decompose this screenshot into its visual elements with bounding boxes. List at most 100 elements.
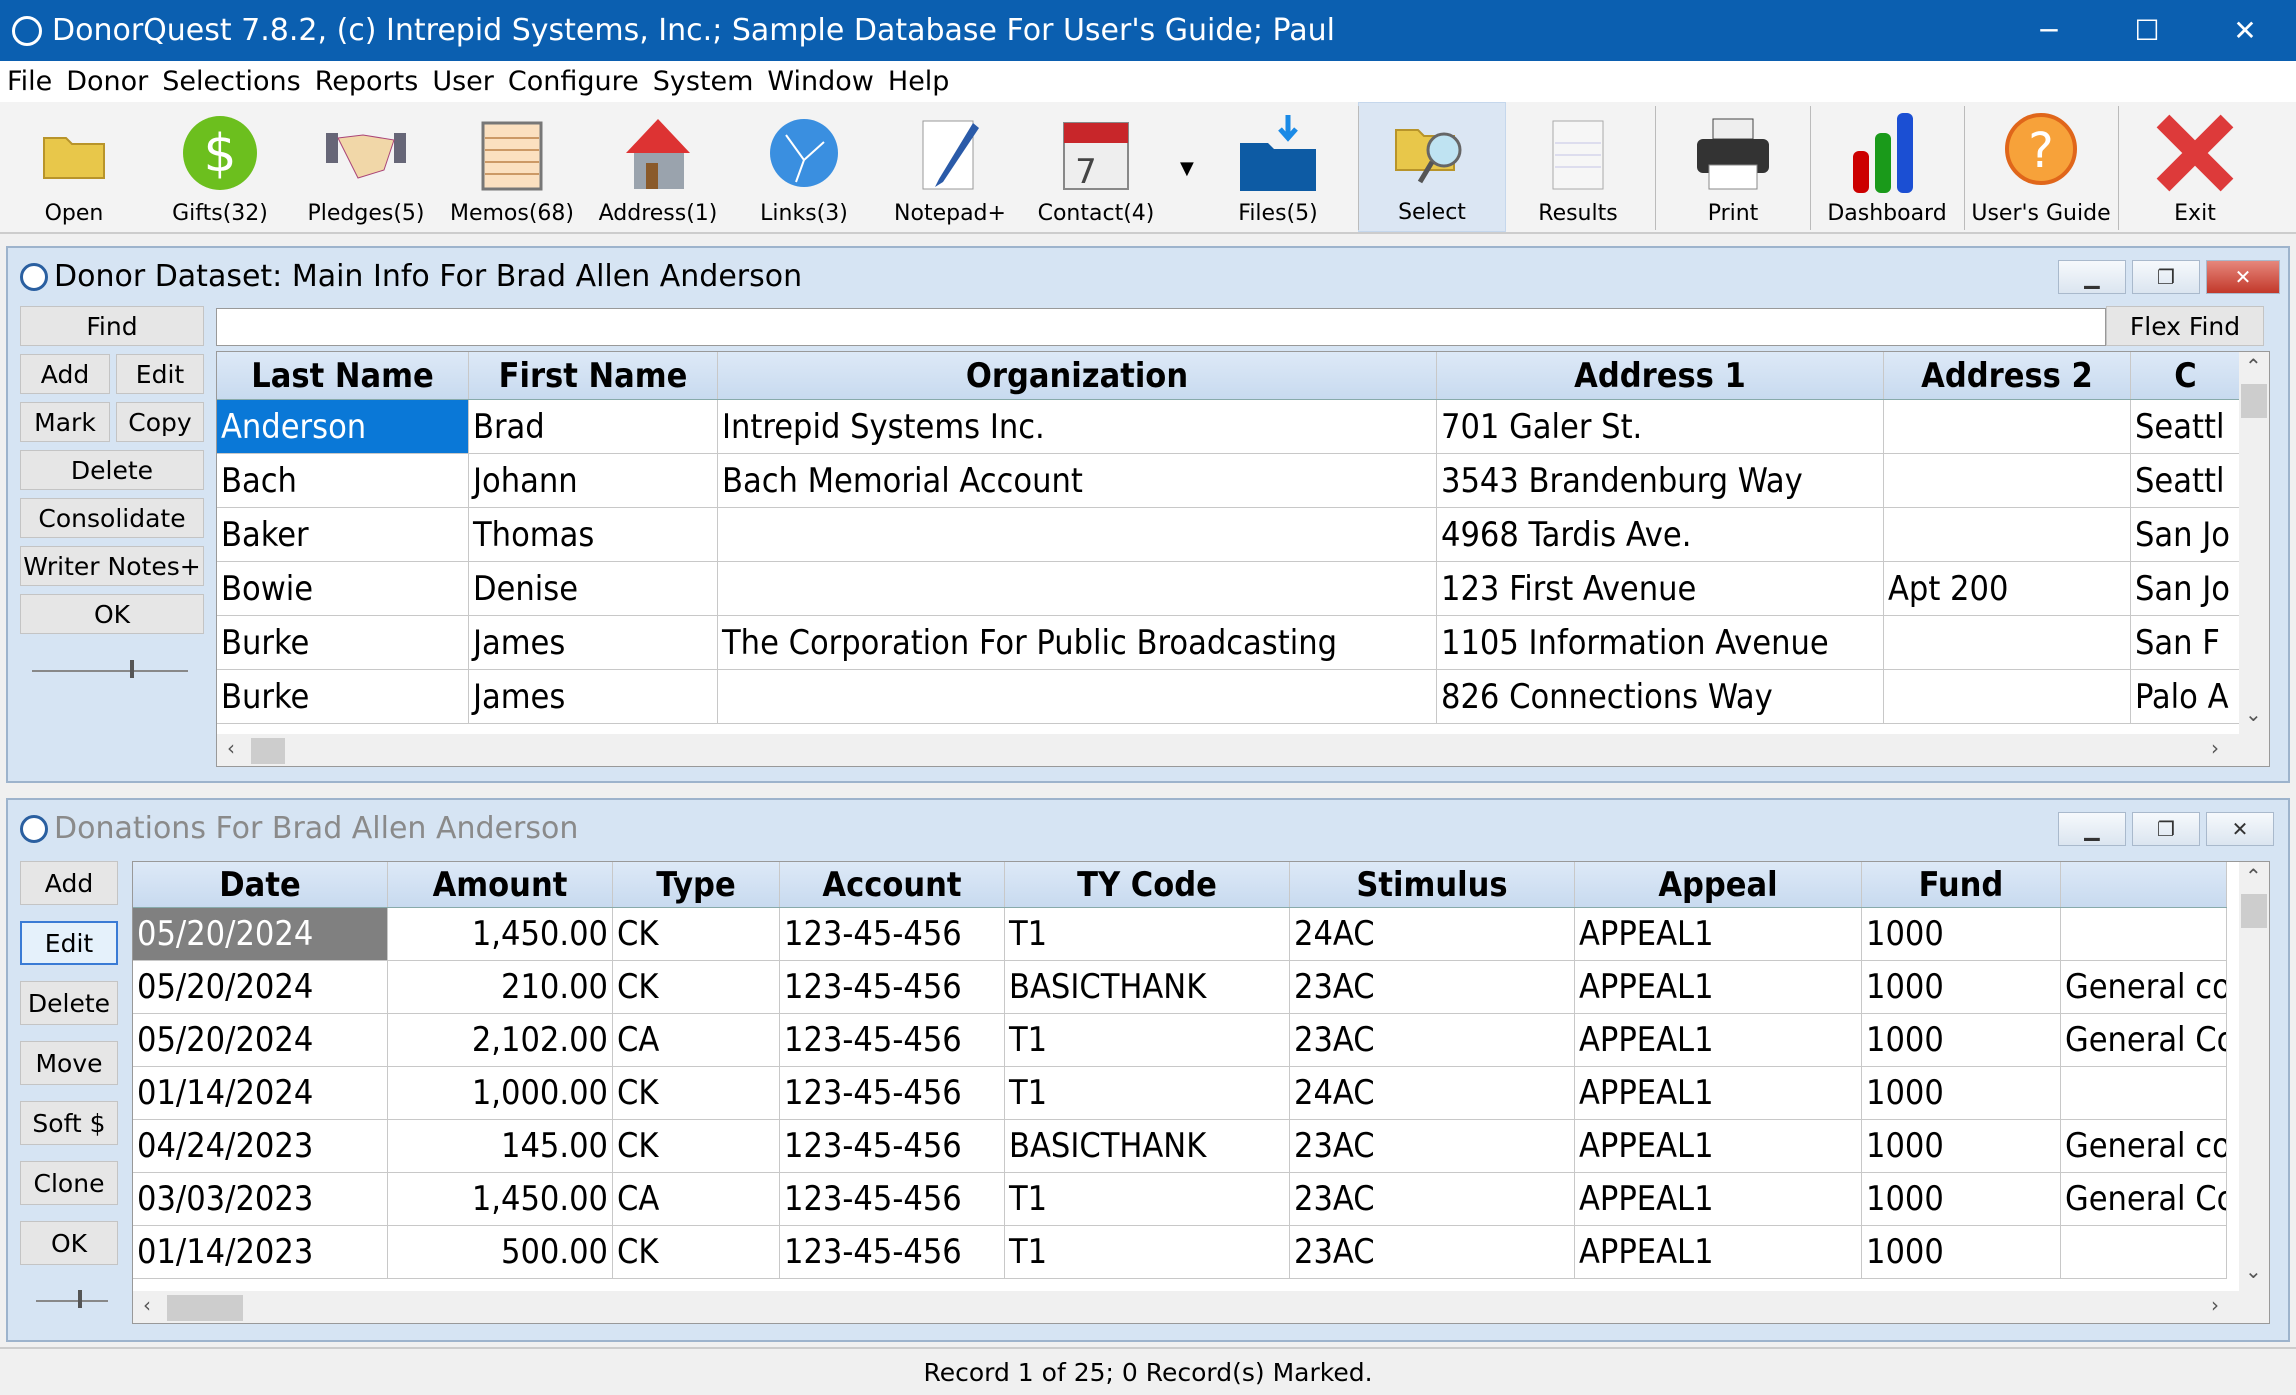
table-cell[interactable]: T1 xyxy=(1005,908,1290,960)
toolbar-pledges-button[interactable]: Pledges(5) xyxy=(296,102,436,232)
table-cell[interactable]: 1105 Information Avenue xyxy=(1437,616,1884,669)
donations-row-slider[interactable] xyxy=(36,1300,108,1302)
table-cell[interactable]: CA xyxy=(613,1014,780,1066)
table-cell[interactable]: San F xyxy=(2131,616,2241,669)
table-cell[interactable]: Palo A xyxy=(2131,670,2241,723)
table-cell[interactable]: 701 Galer St. xyxy=(1437,400,1884,453)
table-row[interactable]: Burke James The Corporation For Public Bro… xyxy=(217,616,2241,670)
table-row[interactable]: 04/24/2023 145.00 CK 123-45-456 BASICTHANK 23… xyxy=(133,1120,2227,1173)
find-button[interactable]: Find xyxy=(20,306,204,346)
toolbar-files-button[interactable]: Files(5) xyxy=(1208,102,1348,232)
table-cell[interactable]: Bowie xyxy=(217,562,469,615)
menu-donor[interactable]: Donor xyxy=(59,66,155,97)
table-cell[interactable]: 24AC xyxy=(1290,1067,1575,1119)
scroll-up-icon[interactable]: ⌃ xyxy=(2245,354,2262,378)
column-header[interactable]: Date xyxy=(133,862,388,907)
vertical-scroll-thumb[interactable] xyxy=(2241,384,2267,418)
table-cell[interactable]: APPEAL1 xyxy=(1575,1014,1862,1066)
table-row[interactable]: 01/14/2023 500.00 CK 123-45-456 T1 23AC APPEAL… xyxy=(133,1226,2227,1279)
toolbar-open-button[interactable]: Open xyxy=(4,102,144,232)
table-cell[interactable]: 01/14/2023 xyxy=(133,1226,388,1278)
table-cell[interactable]: General Co xyxy=(2061,1173,2227,1225)
copy-button[interactable]: Copy xyxy=(116,402,204,442)
table-cell[interactable]: 04/24/2023 xyxy=(133,1120,388,1172)
toolbar-notepad-button[interactable]: Notepad+ xyxy=(880,102,1020,232)
toolbar-dashboard-button[interactable]: Dashboard xyxy=(1817,102,1957,232)
scroll-down-icon[interactable]: ⌄ xyxy=(2245,702,2262,726)
vertical-scroll-thumb[interactable] xyxy=(2241,894,2267,928)
table-row[interactable]: 03/03/2023 1,450.00 CA 123-45-456 T1 23AC APPE… xyxy=(133,1173,2227,1226)
toolbar-gifts-button[interactable]: $ Gifts(32) xyxy=(150,102,290,232)
table-cell[interactable]: CK xyxy=(613,961,780,1013)
table-cell[interactable]: CK xyxy=(613,1120,780,1172)
toolbar-links-button[interactable]: Links(3) xyxy=(734,102,874,232)
table-cell[interactable]: 1000 xyxy=(1862,1120,2061,1172)
table-cell[interactable] xyxy=(1884,616,2131,669)
table-cell[interactable]: BASICTHANK xyxy=(1005,961,1290,1013)
table-cell[interactable]: 1000 xyxy=(1862,1014,2061,1066)
donation-edit-button[interactable]: Edit xyxy=(20,921,118,965)
contact-dropdown-arrow-icon[interactable]: ▼ xyxy=(1180,158,1194,179)
scroll-right-icon[interactable]: › xyxy=(2211,1293,2219,1317)
table-cell[interactable]: Brad xyxy=(469,400,718,453)
ok-button[interactable]: OK xyxy=(20,594,204,634)
donations-minimize-button[interactable]: ▁ xyxy=(2058,812,2126,846)
table-cell[interactable] xyxy=(2061,908,2227,960)
donor-close-button[interactable]: ✕ xyxy=(2206,260,2280,294)
table-cell[interactable]: 123-45-456 xyxy=(780,1014,1005,1066)
scroll-left-icon[interactable]: ‹ xyxy=(143,1293,151,1317)
donation-add-button[interactable]: Add xyxy=(20,861,118,905)
column-header[interactable] xyxy=(2061,862,2227,907)
donation-delete-button[interactable]: Delete xyxy=(20,981,118,1025)
table-cell[interactable] xyxy=(1884,454,2131,507)
menu-system[interactable]: System xyxy=(646,66,761,97)
table-cell[interactable]: 3543 Brandenburg Way xyxy=(1437,454,1884,507)
scroll-left-icon[interactable]: ‹ xyxy=(227,736,235,760)
slider-thumb[interactable] xyxy=(78,1290,82,1308)
table-row[interactable]: Bowie Denise 123 First Avenue Apt 200 San Jo xyxy=(217,562,2241,616)
table-cell[interactable]: 123-45-456 xyxy=(780,1067,1005,1119)
table-cell[interactable]: CA xyxy=(613,1173,780,1225)
scroll-right-icon[interactable]: › xyxy=(2211,736,2219,760)
table-cell[interactable]: 123-45-456 xyxy=(780,961,1005,1013)
table-cell[interactable]: 24AC xyxy=(1290,908,1575,960)
table-cell[interactable] xyxy=(2061,1067,2227,1119)
table-cell[interactable]: 145.00 xyxy=(388,1120,613,1172)
table-cell[interactable]: APPEAL1 xyxy=(1575,1226,1862,1278)
table-cell[interactable] xyxy=(1884,670,2131,723)
column-header[interactable]: Type xyxy=(613,862,780,907)
donations-close-button[interactable]: ✕ xyxy=(2206,812,2274,846)
horizontal-scrollbar[interactable] xyxy=(133,1291,2269,1323)
table-cell[interactable]: 23AC xyxy=(1290,1173,1575,1225)
table-cell[interactable]: 2,102.00 xyxy=(388,1014,613,1066)
table-cell[interactable]: APPEAL1 xyxy=(1575,1173,1862,1225)
menu-selections[interactable]: Selections xyxy=(155,66,308,97)
table-cell[interactable]: 1000 xyxy=(1862,961,2061,1013)
table-cell[interactable]: T1 xyxy=(1005,1067,1290,1119)
toolbar-exit-button[interactable]: Exit xyxy=(2125,102,2265,232)
table-cell[interactable]: General co xyxy=(2061,1120,2227,1172)
menu-user[interactable]: User xyxy=(425,66,501,97)
table-row[interactable]: 05/20/2024 1,450.00 CK 123-45-456 T1 24AC APPE… xyxy=(133,908,2227,961)
table-cell[interactable]: James xyxy=(469,670,718,723)
table-cell[interactable]: Apt 200 xyxy=(1884,562,2131,615)
donor-minimize-button[interactable]: ▁ xyxy=(2058,260,2126,294)
column-header[interactable]: Stimulus xyxy=(1290,862,1575,907)
table-cell[interactable]: 03/03/2023 xyxy=(133,1173,388,1225)
toolbar-contact-button[interactable]: 7 Contact(4) xyxy=(1026,102,1166,232)
mark-button[interactable]: Mark xyxy=(20,402,110,442)
table-cell[interactable]: Anderson xyxy=(217,400,469,453)
column-header[interactable]: First Name xyxy=(469,352,718,399)
column-header[interactable]: Fund xyxy=(1862,862,2061,907)
menu-help[interactable]: Help xyxy=(881,66,957,97)
table-cell[interactable]: 1,450.00 xyxy=(388,908,613,960)
table-cell[interactable]: 826 Connections Way xyxy=(1437,670,1884,723)
table-cell[interactable]: Bach xyxy=(217,454,469,507)
table-cell[interactable]: Bach Memorial Account xyxy=(718,454,1437,507)
table-row[interactable]: Anderson Brad Intrepid Systems Inc. 701 Gal… xyxy=(217,400,2241,454)
column-header[interactable]: Organization xyxy=(718,352,1437,399)
table-row[interactable]: 05/20/2024 210.00 CK 123-45-456 BASICTHANK 23… xyxy=(133,961,2227,1014)
table-cell[interactable]: APPEAL1 xyxy=(1575,1120,1862,1172)
table-cell[interactable]: Burke xyxy=(217,616,469,669)
table-cell[interactable]: APPEAL1 xyxy=(1575,961,1862,1013)
